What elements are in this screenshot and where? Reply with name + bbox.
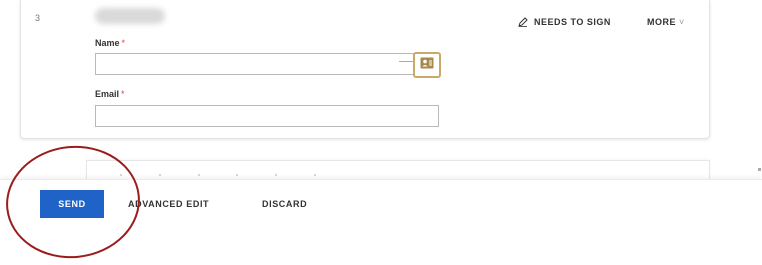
- drag-handle-dots: [120, 174, 316, 176]
- contact-card-icon: [420, 56, 434, 74]
- dot: [236, 174, 239, 176]
- more-options-button[interactable]: MORE ˅: [647, 17, 685, 27]
- dot: [158, 174, 161, 176]
- email-field[interactable]: [95, 105, 439, 127]
- name-field[interactable]: [95, 53, 439, 75]
- recipient-card: 3 NEEDS TO SIGN MORE ˅ Name * Email *: [20, 0, 710, 139]
- email-field-label: Email *: [95, 89, 125, 99]
- dot: [120, 174, 122, 176]
- chevron-down-icon: ˅: [679, 17, 685, 27]
- recipient-order-number: 3: [35, 13, 41, 23]
- email-label-text: Email: [95, 89, 120, 99]
- discard-button[interactable]: DISCARD: [262, 199, 312, 209]
- required-marker: *: [121, 89, 125, 99]
- send-button[interactable]: SEND: [40, 190, 104, 218]
- required-marker: *: [121, 38, 126, 48]
- name-label-text: Name: [95, 38, 120, 48]
- advanced-edit-button[interactable]: ADVANCED EDIT: [128, 199, 209, 209]
- dot: [275, 174, 278, 176]
- contacts-connector-line: [399, 61, 413, 62]
- recipient-name-redacted: [95, 8, 165, 24]
- dot: [313, 174, 316, 176]
- next-recipient-card: [86, 160, 710, 181]
- more-label: MORE: [647, 17, 676, 27]
- recipient-action-label: NEEDS TO SIGN: [534, 17, 611, 27]
- dot: [197, 174, 200, 176]
- pen-icon: [518, 17, 528, 27]
- footer-action-bar: [0, 179, 762, 230]
- scrollbar-mark: [758, 168, 761, 171]
- contacts-button[interactable]: [413, 52, 441, 78]
- recipient-action-dropdown[interactable]: NEEDS TO SIGN: [518, 17, 611, 27]
- name-field-label: Name *: [95, 38, 125, 48]
